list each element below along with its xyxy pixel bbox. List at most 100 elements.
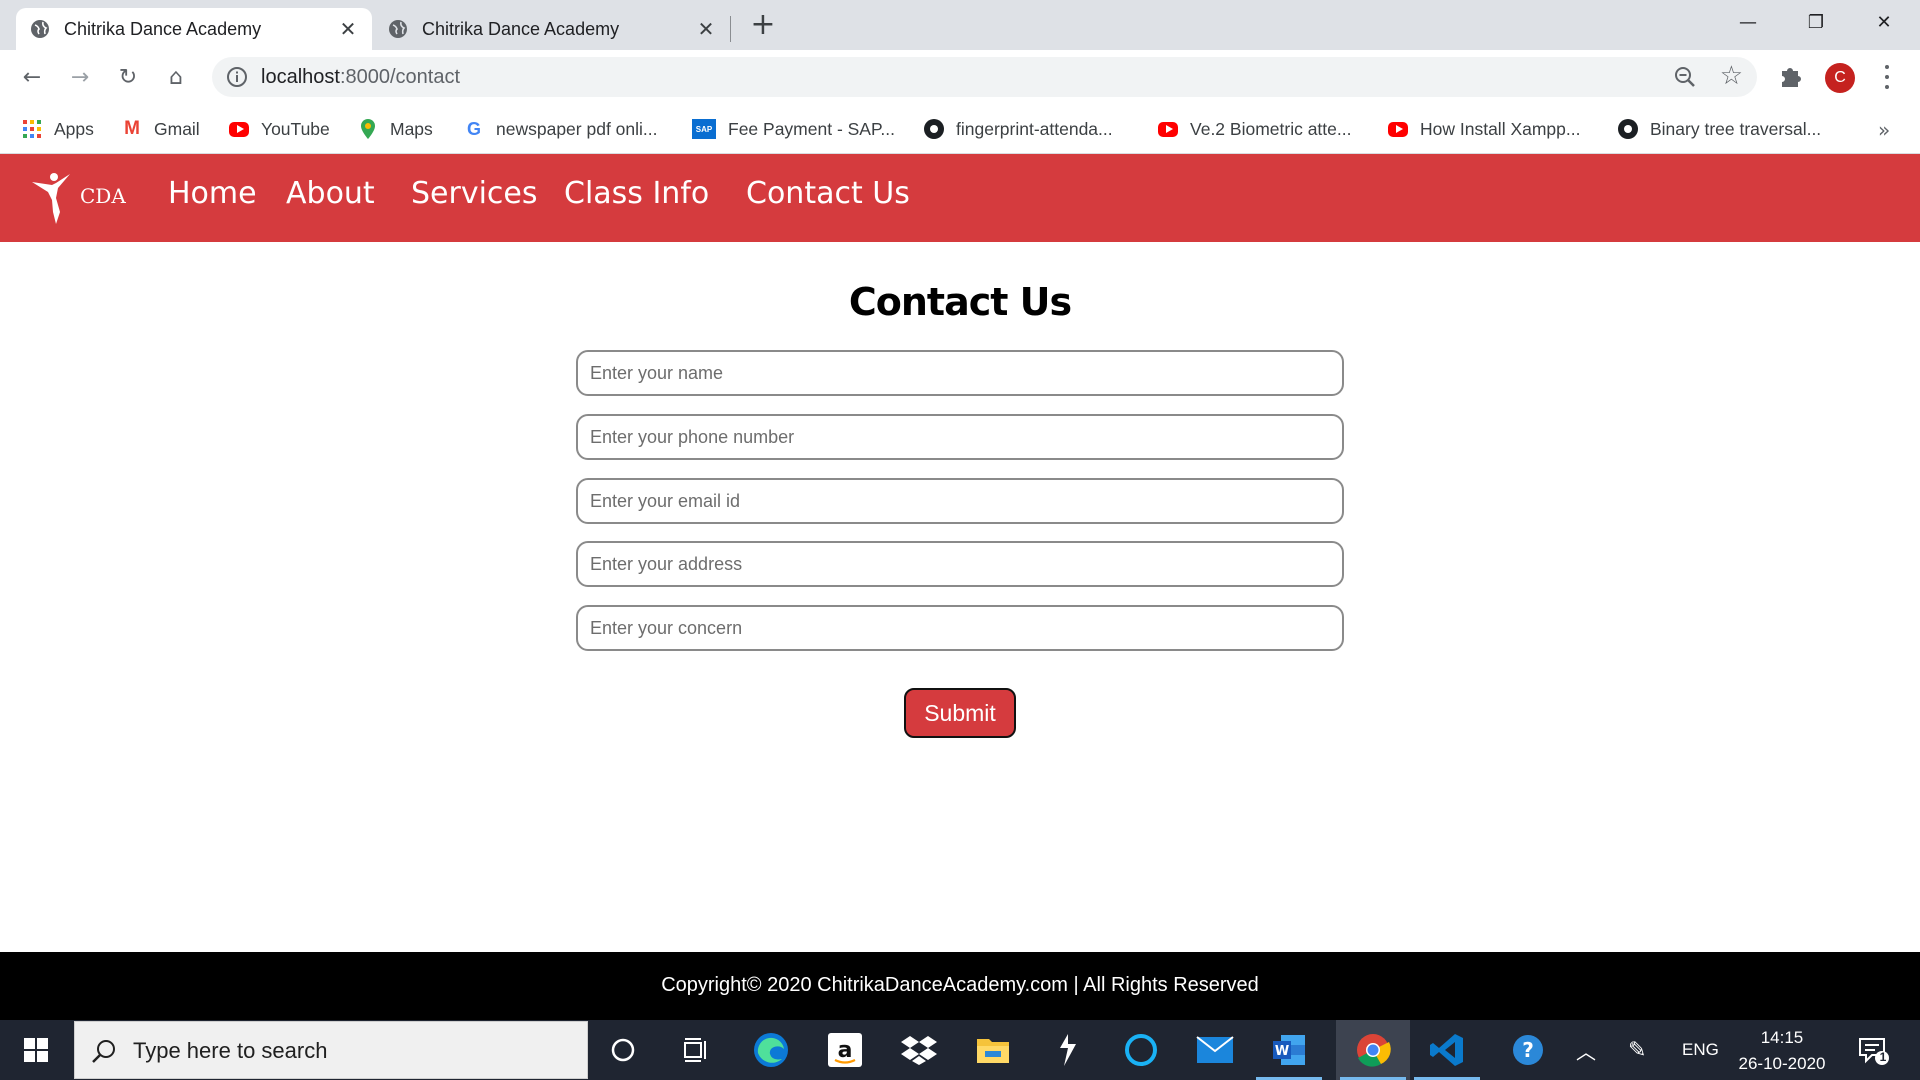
show-hidden-icons-chevron-icon[interactable]: ︿: [1576, 1020, 1596, 1080]
notification-center-icon[interactable]: 1: [1856, 1020, 1890, 1080]
amazon-icon[interactable]: a: [808, 1020, 882, 1080]
youtube-icon: [1388, 121, 1408, 137]
nav-services[interactable]: Services: [411, 176, 538, 211]
reload-icon[interactable]: ↻: [114, 63, 142, 91]
bookmark-label: Maps: [390, 118, 433, 139]
site-navbar: CDA Home About Services Class Info Conta…: [0, 154, 1920, 242]
windows-start-icon[interactable]: [0, 1020, 72, 1080]
bookmark-star-icon[interactable]: ☆: [1720, 61, 1743, 91]
word-icon[interactable]: W: [1252, 1020, 1326, 1080]
taskbar-search-placeholder: Type here to search: [133, 1038, 328, 1063]
browser-toolbar: ← → ↻ ⌂ localhost:8000/contact ☆: [0, 50, 1920, 104]
zoom-icon[interactable]: [1673, 65, 1697, 89]
alexa-icon[interactable]: [1104, 1020, 1178, 1080]
search-icon: [92, 1040, 115, 1063]
chrome-icon[interactable]: [1336, 1020, 1410, 1080]
tab-separator: [730, 16, 731, 42]
mail-icon[interactable]: [1178, 1020, 1252, 1080]
browser-tab-strip: Chitrika Dance Academy ✕ Chitrika Dance …: [0, 0, 1920, 50]
nav-contact-us[interactable]: Contact Us: [746, 176, 910, 211]
address-input[interactable]: [576, 541, 1344, 587]
vscode-icon[interactable]: [1410, 1020, 1484, 1080]
close-window-icon[interactable]: ✕: [1850, 6, 1918, 38]
globe-icon: [389, 20, 407, 38]
bookmark-label: How Install Xampp...: [1420, 118, 1581, 139]
bookmark-biometric[interactable]: Ve.2 Biometric atte...: [1158, 115, 1351, 143]
email-input[interactable]: [576, 478, 1344, 524]
edge-browser-icon[interactable]: [734, 1020, 808, 1080]
new-tab-icon[interactable]: +: [748, 10, 778, 40]
gmail-icon: M: [124, 118, 140, 139]
sap-icon: SAP: [692, 119, 716, 139]
submit-button[interactable]: Submit: [904, 688, 1016, 738]
url-host: localhost: [261, 66, 340, 88]
language-indicator[interactable]: ENG: [1682, 1020, 1719, 1080]
extensions-puzzle-icon[interactable]: [1778, 63, 1804, 89]
github-icon: [1618, 119, 1638, 139]
profile-avatar[interactable]: C: [1825, 63, 1855, 93]
bookmark-binary-tree[interactable]: Binary tree traversal...: [1618, 115, 1821, 143]
file-explorer-icon[interactable]: [956, 1020, 1030, 1080]
cortana-icon[interactable]: [586, 1020, 660, 1080]
close-tab-icon[interactable]: ✕: [338, 17, 358, 42]
bookmark-maps[interactable]: Maps: [358, 115, 433, 143]
bookmarks-bar: Apps M Gmail YouTube Maps G newspaper pd…: [0, 104, 1920, 154]
youtube-icon: [1158, 121, 1178, 137]
taskbar-search-box[interactable]: Type here to search: [74, 1021, 588, 1079]
address-bar[interactable]: localhost:8000/contact ☆: [212, 57, 1757, 97]
pen-icon[interactable]: ✎: [1628, 1020, 1646, 1080]
bookmark-label: Ve.2 Biometric atte...: [1190, 118, 1352, 139]
google-icon: G: [466, 118, 481, 139]
bookmark-youtube[interactable]: YouTube: [229, 115, 330, 143]
svg-text:a: a: [838, 1038, 853, 1063]
dancer-logo-icon[interactable]: [30, 168, 80, 228]
bookmark-xampp[interactable]: How Install Xampp...: [1388, 115, 1580, 143]
clock[interactable]: 14:15 26-10-2020: [1734, 1025, 1830, 1077]
dropbox-icon[interactable]: [882, 1020, 956, 1080]
browser-menu-icon[interactable]: [1880, 62, 1894, 92]
url-text: localhost:8000/contact: [261, 66, 460, 89]
back-icon[interactable]: ←: [18, 63, 46, 91]
name-input[interactable]: [576, 350, 1344, 396]
sublime-app-icon[interactable]: [1030, 1020, 1104, 1080]
svg-text:?: ?: [1522, 1038, 1534, 1062]
clock-date: 26-10-2020: [1738, 1054, 1826, 1073]
windows-taskbar: Type here to search a W ? ︿ ✎ ENG 14:15: [0, 1020, 1920, 1080]
nav-about[interactable]: About: [286, 176, 375, 211]
bookmark-newspaper[interactable]: G newspaper pdf onli...: [464, 115, 658, 143]
info-icon[interactable]: [226, 66, 248, 88]
browser-tab-active[interactable]: Chitrika Dance Academy ✕: [16, 8, 372, 50]
bookmark-gmail[interactable]: M Gmail: [122, 115, 200, 143]
svg-text:W: W: [1275, 1044, 1289, 1059]
browser-tab[interactable]: Chitrika Dance Academy ✕: [374, 8, 730, 50]
task-view-icon[interactable]: [660, 1020, 734, 1080]
close-tab-icon[interactable]: ✕: [696, 17, 716, 42]
minimize-icon[interactable]: —: [1714, 6, 1782, 38]
globe-icon: [31, 20, 49, 38]
phone-input[interactable]: [576, 414, 1344, 460]
bookmark-fee-payment[interactable]: SAP Fee Payment - SAP...: [692, 115, 895, 143]
bookmark-label: Binary tree traversal...: [1650, 118, 1822, 139]
bookmark-apps[interactable]: Apps: [22, 115, 94, 143]
apps-grid-icon: [22, 119, 42, 139]
github-icon: [924, 119, 944, 139]
restore-icon[interactable]: ❐: [1782, 6, 1850, 38]
concern-input[interactable]: [576, 605, 1344, 651]
notification-count: 1: [1879, 1050, 1887, 1064]
nav-class-info[interactable]: Class Info: [564, 176, 709, 211]
more-bookmarks-icon[interactable]: »: [1878, 118, 1890, 142]
bookmark-fingerprint[interactable]: fingerprint-attenda...: [924, 115, 1113, 143]
bookmark-label: newspaper pdf onli...: [496, 118, 658, 139]
site-footer: Copyright© 2020 ChitrikaDanceAcademy.com…: [0, 952, 1920, 1020]
help-icon[interactable]: ?: [1500, 1020, 1556, 1080]
home-icon[interactable]: ⌂: [162, 63, 190, 91]
nav-home[interactable]: Home: [168, 176, 257, 211]
bookmark-label: YouTube: [261, 118, 330, 139]
clock-time: 14:15: [1760, 1028, 1804, 1047]
youtube-icon: [229, 121, 249, 137]
logo-text[interactable]: CDA: [80, 184, 126, 208]
bookmark-label: Apps: [54, 118, 94, 139]
forward-icon[interactable]: →: [66, 63, 94, 91]
url-path: :8000/contact: [339, 66, 461, 88]
copyright-text: Copyright© 2020 ChitrikaDanceAcademy.com…: [661, 974, 1259, 996]
